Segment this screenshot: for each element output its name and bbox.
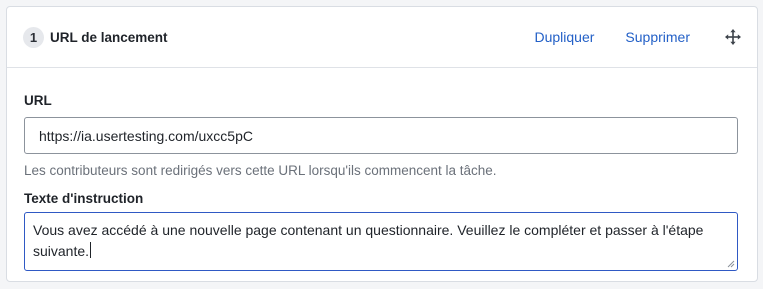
instruction-text: Vous avez accédé à une nouvelle page con…: [33, 222, 704, 259]
move-handle[interactable]: [725, 29, 741, 45]
card-title: URL de lancement: [50, 29, 168, 45]
text-caret: [90, 242, 92, 258]
url-input-value: https://ia.usertesting.com/uxcc5pC: [39, 127, 253, 144]
duplicate-button[interactable]: Dupliquer: [534, 29, 594, 45]
instruction-label: Texte d'instruction: [24, 191, 144, 206]
url-label: URL: [24, 93, 52, 108]
instruction-textarea[interactable]: Vous avez accédé à une nouvelle page con…: [24, 212, 738, 271]
resize-grip-icon[interactable]: [727, 260, 735, 268]
delete-button[interactable]: Supprimer: [625, 29, 690, 45]
task-card: 1 URL de lancement Dupliquer Supprimer U…: [6, 6, 758, 282]
move-icon: [725, 29, 741, 45]
step-number-badge: 1: [23, 26, 44, 48]
card-body: URL https://ia.usertesting.com/uxcc5pC L…: [7, 68, 757, 271]
url-input[interactable]: https://ia.usertesting.com/uxcc5pC: [24, 117, 738, 154]
url-help-text: Les contributeurs sont redirigés vers ce…: [24, 163, 497, 178]
card-header: 1 URL de lancement Dupliquer Supprimer: [7, 7, 757, 68]
